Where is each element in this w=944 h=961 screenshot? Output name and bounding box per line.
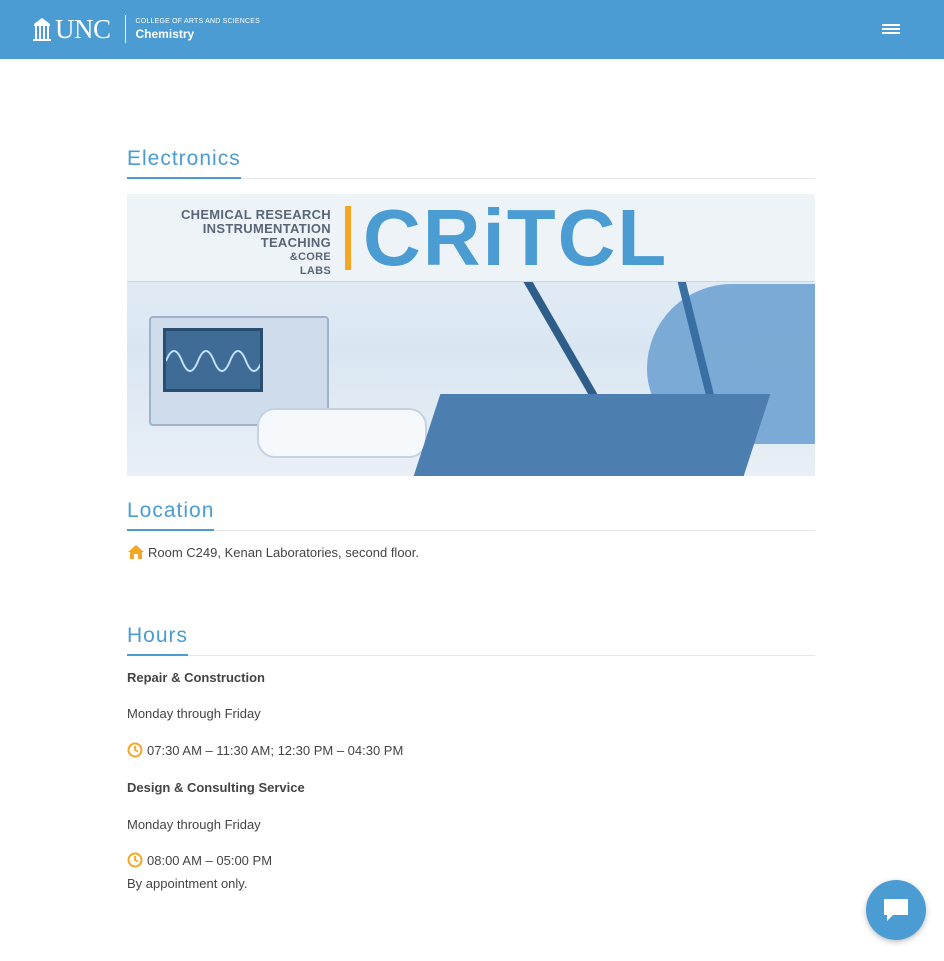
logo-dept-text: Chemistry [135, 26, 195, 41]
old-well-logo-mark: UNC [32, 15, 111, 43]
logo-divider [124, 15, 126, 43]
design-note: By appointment only. [127, 876, 248, 891]
banner-brand-text: CRiTCL [363, 194, 669, 282]
repair-times-line: 07:30 AM – 11:30 AM; 12:30 PM – 04:30 PM [127, 742, 403, 758]
repair-days: Monday through Friday [127, 706, 261, 721]
location-text: Room C249, Kenan Laboratories, second fl… [148, 544, 420, 560]
location-line: Room C249, Kenan Laboratories, second fl… [127, 544, 419, 560]
repair-times: 07:30 AM – 11:30 AM; 12:30 PM – 04:30 PM [147, 742, 404, 758]
design-label: Design & Consulting Service [127, 780, 305, 795]
site-header: UNC COLLEGE OF ARTS AND SCIENCES Chemist… [0, 0, 944, 59]
banner-header-strip: CHEMICAL RESEARCH INSTRUMENTATION TEACHI… [127, 194, 815, 282]
oscilloscope-screen [163, 328, 263, 392]
banner-line-5: LABS [299, 265, 331, 277]
design-days: Monday through Friday [127, 817, 261, 832]
banner-line-3: TEACHING [260, 235, 331, 250]
waveform-icon [166, 350, 260, 372]
hours-heading-text: Hours [127, 624, 189, 656]
banner-orange-bar [345, 206, 351, 270]
banner-probe-graphic [515, 263, 607, 415]
clock-icon [127, 852, 143, 868]
banner-line-1: CHEMICAL RESEARCH [180, 207, 331, 222]
old-well-icon [33, 18, 51, 41]
repair-label: Repair & Construction [127, 670, 265, 685]
logo-text-block: COLLEGE OF ARTS AND SCIENCES Chemistry [136, 17, 261, 42]
location-heading-text: Location [127, 499, 215, 531]
menu-bar [882, 24, 900, 26]
banner-left-text: CHEMICAL RESEARCH INSTRUMENTATION TEACHI… [147, 208, 331, 278]
banner-circuit-board-graphic [413, 394, 771, 476]
home-icon [128, 545, 144, 559]
hours-heading: Hours [127, 624, 815, 656]
design-times-line: 08:00 AM – 05:00 PM [127, 852, 272, 868]
hamburger-menu-icon[interactable] [880, 22, 902, 38]
unc-chemistry-logo[interactable]: UNC COLLEGE OF ARTS AND SCIENCES Chemist… [32, 13, 260, 45]
location-heading: Location [127, 499, 815, 531]
critcl-banner-image: CHEMICAL RESEARCH INSTRUMENTATION TEACHI… [127, 194, 815, 476]
logo-unc-text: UNC [55, 14, 111, 44]
page-title: Electronics [127, 147, 815, 179]
menu-bar [882, 32, 900, 34]
page-title-text: Electronics [127, 147, 241, 179]
logo-college-text: COLLEGE OF ARTS AND SCIENCES [135, 17, 261, 25]
banner-line-4: &CORE [289, 251, 331, 263]
design-times: 08:00 AM – 05:00 PM [147, 852, 273, 868]
chat-button[interactable] [866, 880, 926, 940]
menu-bar [882, 28, 900, 30]
clock-icon [127, 742, 143, 758]
chat-icon [884, 899, 908, 921]
banner-line-2: INSTRUMENTATION [202, 221, 331, 236]
banner-multimeter-graphic [257, 408, 427, 458]
